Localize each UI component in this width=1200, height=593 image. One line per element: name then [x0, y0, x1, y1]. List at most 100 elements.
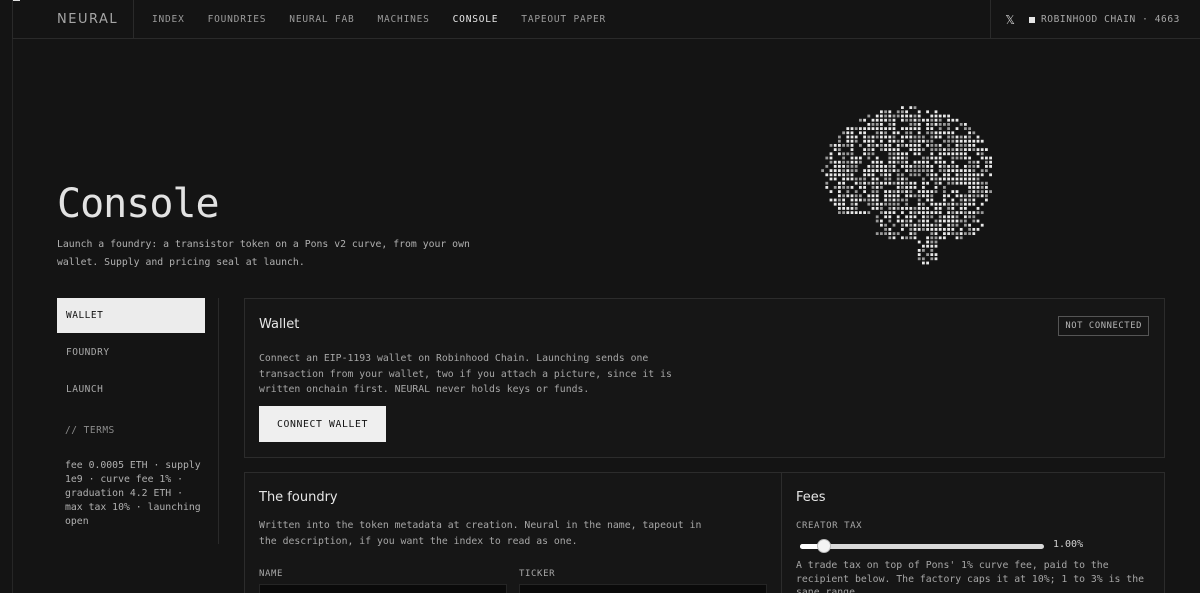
- brain-pixel: [951, 152, 955, 156]
- brand-logo[interactable]: NEURAL: [13, 0, 134, 39]
- brain-pixel: [863, 173, 866, 177]
- brain-pixel: [951, 223, 955, 227]
- brain-pixel: [867, 135, 871, 139]
- sidebar-item-foundry[interactable]: FOUNDRY: [57, 335, 205, 370]
- brain-pixel: [905, 135, 908, 139]
- brain-pixel: [880, 211, 883, 214]
- brain-pixel: [892, 114, 896, 118]
- brain-pixel: [888, 232, 892, 235]
- brain-pixel: [905, 165, 908, 168]
- brain-pixel: [859, 156, 862, 160]
- brain-pixel: [905, 181, 908, 185]
- brain-pixel: [854, 160, 858, 164]
- brain-pixel: [955, 190, 959, 193]
- creator-tax-value: 1.00%: [1053, 539, 1084, 550]
- brain-pixel: [901, 160, 904, 164]
- brain-pixel: [884, 202, 887, 206]
- sidebar-item-wallet[interactable]: WALLET: [57, 298, 205, 333]
- brain-pixel: [926, 236, 929, 240]
- brain-pixel: [854, 198, 858, 202]
- brain-pixel: [896, 232, 900, 235]
- brain-pixel: [934, 244, 938, 248]
- nav-link-neural-fab[interactable]: NEURAL FAB: [289, 14, 354, 25]
- sidebar-item-launch[interactable]: LAUNCH: [57, 372, 205, 407]
- brain-pixel: [964, 165, 967, 168]
- brain-pixel: [938, 127, 942, 130]
- brain-pixel: [934, 257, 938, 261]
- brain-pixel: [892, 194, 896, 198]
- nav-link-foundries[interactable]: FOUNDRIES: [208, 14, 267, 25]
- brain-pixel: [947, 152, 950, 156]
- brain-pixel: [854, 211, 858, 214]
- brain-pixel: [875, 181, 879, 185]
- brain-pixel: [951, 219, 955, 223]
- nav-link-tapeout-paper[interactable]: TAPEOUT PAPER: [521, 14, 606, 25]
- brain-pixel: [959, 123, 963, 126]
- brain-pixel: [989, 156, 992, 160]
- brain-pixel: [909, 169, 913, 172]
- slider-thumb[interactable]: [817, 539, 832, 553]
- nav-link-machines[interactable]: MACHINES: [378, 14, 430, 25]
- brain-pixel: [871, 160, 875, 164]
- brain-pixel: [901, 219, 904, 223]
- brain-pixel: [951, 202, 955, 206]
- brain-pixel: [955, 148, 959, 151]
- brain-pixel: [871, 152, 875, 156]
- brain-pixel: [926, 156, 929, 160]
- brain-pixel: [938, 160, 942, 164]
- brain-pixel: [871, 169, 875, 172]
- brain-pixel: [934, 118, 938, 122]
- brain-pixel: [913, 106, 917, 109]
- brain-pixel: [917, 144, 921, 147]
- brain-pixel: [880, 207, 883, 210]
- brain-pixel: [985, 181, 988, 185]
- brain-pixel: [955, 223, 959, 227]
- connect-wallet-button[interactable]: CONNECT WALLET: [259, 406, 386, 442]
- brain-pixel: [901, 110, 904, 114]
- brain-pixel: [947, 114, 950, 118]
- brain-pixel: [859, 194, 862, 198]
- nav-link-console[interactable]: CONSOLE: [453, 14, 499, 25]
- brain-pixel: [955, 202, 959, 206]
- brain-pixel: [955, 215, 959, 219]
- brain-pixel: [892, 232, 896, 235]
- brain-pixel: [913, 181, 917, 185]
- brain-pixel: [892, 148, 896, 151]
- brain-pixel: [930, 139, 934, 143]
- brain-pixel: [850, 173, 854, 177]
- ticker-input[interactable]: [519, 584, 767, 593]
- brain-pixel: [913, 139, 917, 143]
- brain-pixel: [875, 202, 879, 206]
- brain-pixel: [829, 190, 833, 193]
- brain-pixel: [854, 165, 858, 168]
- foundry-description: Written into the token metadata at creat…: [259, 520, 702, 547]
- brain-pixel: [838, 194, 841, 198]
- brain-pixel: [846, 186, 850, 189]
- brain-pixel: [959, 207, 963, 210]
- brain-pixel: [863, 135, 866, 139]
- nav-link-index[interactable]: INDEX: [152, 14, 185, 25]
- brain-pixel: [892, 211, 896, 214]
- brain-pixel: [909, 135, 913, 139]
- brain-pixel: [955, 232, 959, 235]
- brain-pixel: [854, 169, 858, 172]
- brain-pixel: [880, 232, 883, 235]
- brain-pixel: [943, 236, 946, 240]
- brain-pixel: [905, 127, 908, 130]
- brain-pixel: [892, 169, 896, 172]
- wallet-description: Connect an EIP-1193 wallet on Robinhood …: [259, 353, 672, 395]
- brain-pixel: [913, 211, 917, 214]
- brain-pixel: [938, 219, 942, 223]
- name-input[interactable]: [259, 584, 507, 593]
- brain-pixel: [846, 194, 850, 198]
- brain-pixel: [930, 194, 934, 198]
- brain-pixel: [943, 139, 946, 143]
- brain-pixel: [850, 131, 854, 135]
- brain-pixel: [854, 190, 858, 193]
- x-icon[interactable]: 𝕏: [1005, 13, 1015, 27]
- creator-tax-slider[interactable]: [800, 544, 1044, 549]
- brain-pixel: [968, 169, 971, 172]
- brain-pixel: [842, 156, 845, 160]
- foundry-panel: The foundry Written into the token metad…: [244, 472, 782, 593]
- brain-pixel: [905, 156, 908, 160]
